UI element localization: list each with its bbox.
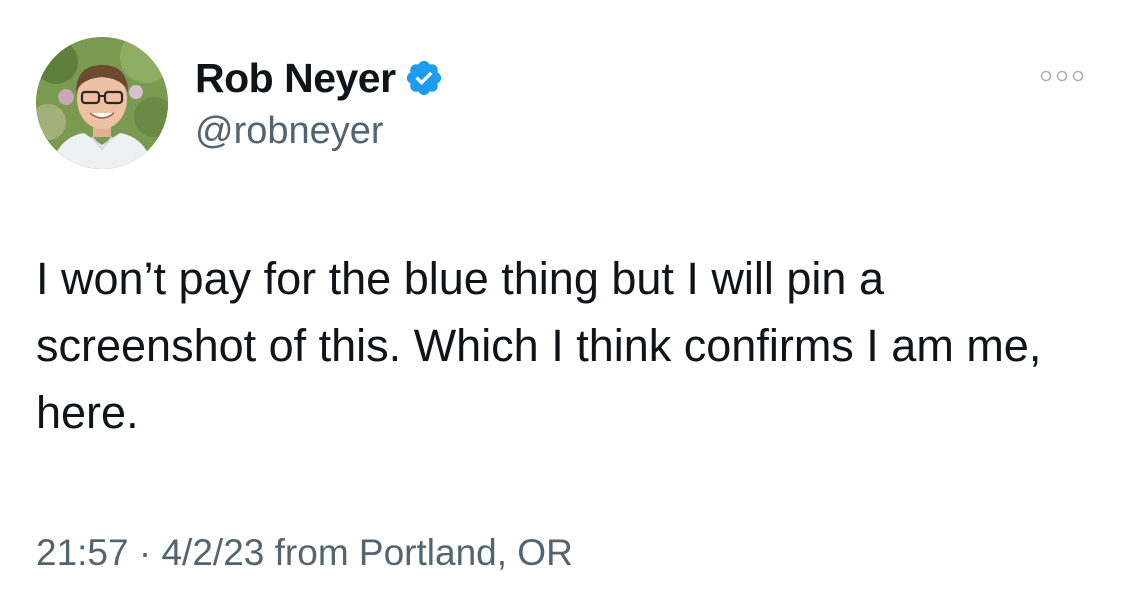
avatar-photo <box>36 37 168 169</box>
tweet-meta: 21:57 · 4/2/23 from Portland, OR <box>36 528 573 578</box>
verified-badge-icon[interactable] <box>404 58 444 98</box>
author-handle[interactable]: @robneyer <box>195 108 384 154</box>
author-name[interactable]: Rob Neyer <box>195 53 396 103</box>
tweet-location: from Portland, OR <box>264 532 573 573</box>
author-name-row: Rob Neyer <box>195 53 444 103</box>
tweet-card: Rob Neyer @robneyer I won’t pay for the … <box>0 0 1125 608</box>
more-horizontal-icon <box>1040 70 1084 82</box>
meta-separator: · <box>128 532 162 573</box>
tweet-text: I won’t pay for the blue thing but I wil… <box>36 253 1054 438</box>
tweet-date[interactable]: 4/2/23 <box>161 532 264 573</box>
more-options-button[interactable] <box>1036 62 1088 90</box>
tweet-time[interactable]: 21:57 <box>36 532 129 573</box>
avatar[interactable] <box>36 37 168 169</box>
